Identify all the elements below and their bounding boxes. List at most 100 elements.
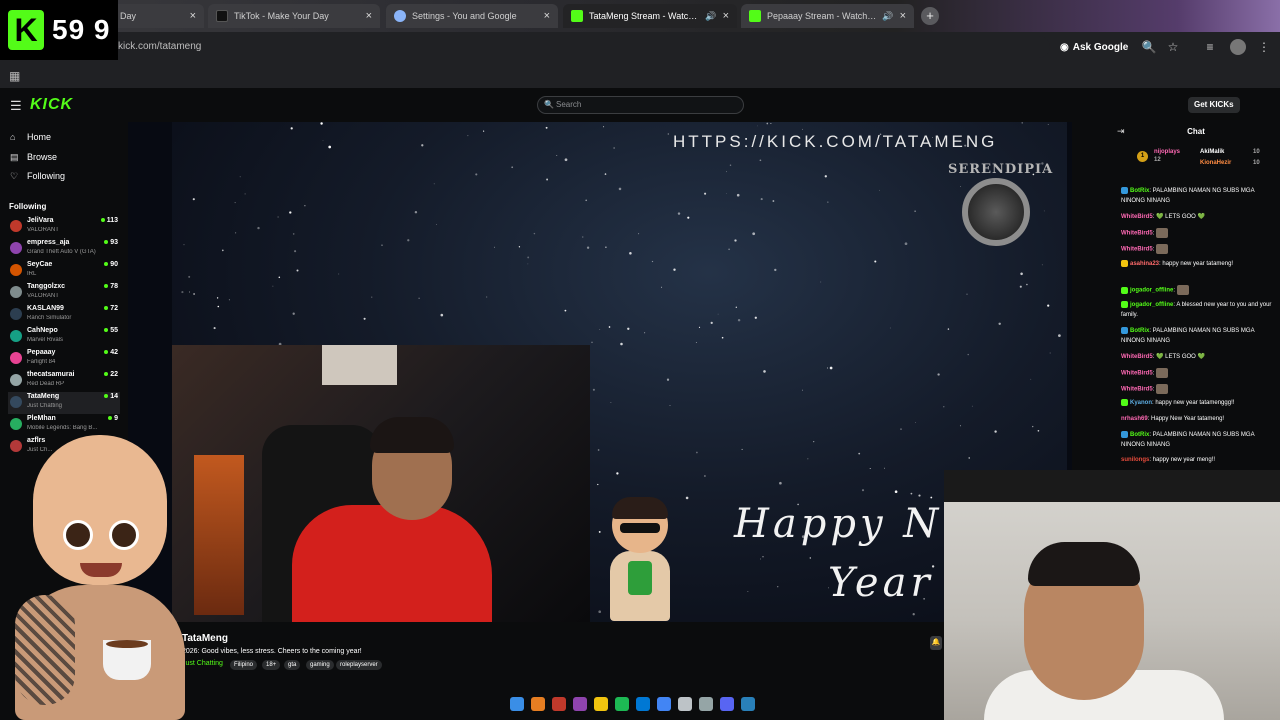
kick-logo[interactable]: KICK: [30, 96, 73, 114]
leaderboard-user[interactable]: nijoplays: [1154, 149, 1180, 155]
close-icon[interactable]: ×: [366, 10, 372, 22]
sidebar-channel-cahnepo[interactable]: CahNepo Marvel Rivals 55: [8, 326, 120, 348]
star: [610, 401, 612, 403]
star: [752, 232, 756, 236]
star: [328, 145, 332, 149]
browser-tab[interactable]: Pepaaay Stream - Watch Live 🔊 ×: [741, 4, 914, 28]
chrome-icon[interactable]: [657, 697, 671, 711]
emote-icon: [1156, 368, 1169, 378]
discord-icon[interactable]: [720, 697, 734, 711]
chat-username[interactable]: nrhash69: [1121, 416, 1148, 422]
hamburger-menu-icon[interactable]: ☰: [10, 98, 22, 114]
facecam-frame: [944, 470, 1280, 502]
zoom-icon[interactable]: 🔍: [1141, 39, 1157, 55]
sidebar-channel-tatameng[interactable]: TataMeng Just Chatting 14: [8, 392, 120, 414]
happy-new-year-text-2: Year: [828, 560, 934, 606]
windows-icon[interactable]: [510, 697, 524, 711]
close-icon[interactable]: ×: [723, 10, 729, 22]
viewer-count: 22: [104, 371, 118, 378]
chat-username[interactable]: BotRix: [1130, 328, 1149, 334]
tag[interactable]: gaming: [306, 660, 334, 670]
sidebar-channel-empress_aja[interactable]: empress_aja Grand Theft Auto V (GTA) 93: [8, 238, 120, 260]
chat-username[interactable]: Kyanon: [1130, 400, 1152, 406]
media-icon[interactable]: ≡: [1202, 39, 1218, 55]
ask-google-button[interactable]: ◉ Ask Google: [1060, 38, 1128, 56]
channel-name: CahNepo: [27, 327, 58, 334]
browser-tab-active[interactable]: TataMeng Stream - Watch Li... 🔊 ×: [563, 4, 737, 28]
settings-icon[interactable]: [699, 697, 713, 711]
sidebar-channel-plemhan[interactable]: PleMhan Mobile Legends: Bang B... 9: [8, 414, 120, 436]
chat-message: WhiteBird5:: [1121, 368, 1275, 379]
nav-following[interactable]: ♡ Following: [10, 169, 65, 183]
tag[interactable]: gta: [284, 660, 301, 670]
chat-username[interactable]: WhiteBird5: [1121, 247, 1153, 253]
tag[interactable]: Filipino: [230, 660, 258, 670]
tag[interactable]: roleplayserver: [336, 660, 382, 670]
chat-text: : 💚 LETS GOO 💚: [1152, 354, 1205, 360]
photo-icon[interactable]: [741, 697, 755, 711]
chat-username[interactable]: jogador_offline: [1130, 302, 1173, 308]
red-app-icon[interactable]: [552, 697, 566, 711]
new-tab-button[interactable]: +: [921, 7, 939, 25]
star: [320, 122, 323, 125]
sidebar-channel-seycae[interactable]: SeyCae IRL 90: [8, 260, 120, 282]
leaderboard-user[interactable]: AkiMalik: [1200, 149, 1224, 155]
edge-icon[interactable]: [636, 697, 650, 711]
gift-leaderboard: 1 nijoplays 12 AkiMalik 10 KionaHezir 10: [1137, 148, 1277, 172]
browser-tab[interactable]: Day ×: [112, 4, 204, 28]
sidebar-channel-pepaaay[interactable]: Pepaaay Farlight 84 42: [8, 348, 120, 370]
close-icon[interactable]: ×: [900, 10, 906, 22]
avatar-tattoo: [15, 595, 75, 705]
nav-home[interactable]: ⌂ Home: [10, 130, 51, 144]
star: [277, 216, 279, 218]
star: [820, 281, 822, 283]
orange-app-icon[interactable]: [531, 697, 545, 711]
sidebar-channel-tanggolzxc[interactable]: Tanggolzxc VALORANT 78: [8, 282, 120, 304]
star: [1047, 124, 1049, 126]
nav-label: Following: [27, 171, 66, 181]
browser-tab[interactable]: Settings - You and Google ×: [386, 4, 558, 28]
folder-icon[interactable]: [594, 697, 608, 711]
tag[interactable]: 18+: [262, 660, 281, 670]
star-icon[interactable]: ☆: [1165, 39, 1181, 55]
star: [272, 285, 274, 287]
person-hair: [1028, 542, 1140, 586]
sidebar-channel-thecatsamurai[interactable]: thecatsamurai Red Dead RP 22: [8, 370, 120, 392]
close-icon[interactable]: ×: [190, 10, 196, 22]
star: [879, 189, 880, 191]
chat-username[interactable]: asahina23: [1130, 261, 1159, 267]
apps-grid-icon[interactable]: ▦: [9, 69, 20, 83]
chat-username[interactable]: jogador_offline: [1130, 288, 1173, 294]
mascot-sticker: [600, 497, 680, 622]
chat-text: :: [1152, 230, 1155, 237]
chat-username[interactable]: WhiteBird5: [1121, 371, 1153, 377]
star: [735, 306, 737, 308]
browser-tab[interactable]: TikTok - Make Your Day ×: [208, 4, 380, 28]
speaker-icon[interactable]: 🔊: [882, 11, 893, 22]
purple-app-icon[interactable]: [573, 697, 587, 711]
chat-username[interactable]: WhiteBird5: [1121, 214, 1153, 220]
chat-username[interactable]: BotRix: [1130, 188, 1149, 194]
chat-username[interactable]: BotRix: [1130, 432, 1149, 438]
search-input[interactable]: 🔍 Search: [537, 96, 744, 114]
chat-username[interactable]: sunilongs: [1121, 457, 1149, 463]
speaker-icon[interactable]: 🔊: [705, 11, 716, 22]
close-icon[interactable]: ×: [544, 10, 550, 22]
chat-username[interactable]: WhiteBird5: [1121, 231, 1153, 237]
chat-username[interactable]: WhiteBird5: [1121, 387, 1153, 393]
more-menu-icon[interactable]: ⋮: [1256, 39, 1272, 55]
leaderboard-user[interactable]: KionaHezir: [1200, 160, 1231, 166]
following-title: Following: [9, 202, 47, 211]
sidebar-channel-jelivara[interactable]: JeliVara VALORANT 113: [8, 216, 120, 238]
sidebar-channel-kaslan99[interactable]: KASLAN99 Ranch Simulator 72: [8, 304, 120, 326]
get-kicks-button[interactable]: Get KICKs: [1188, 97, 1240, 113]
video-player[interactable]: HTTPS://KICK.COM/TATAMENG SERENDIPIA Hap…: [128, 122, 1072, 622]
address-bar[interactable]: kick.com/tatameng: [110, 36, 1050, 58]
profile-avatar[interactable]: [1230, 39, 1246, 55]
bell-icon[interactable]: 🔔: [930, 636, 942, 650]
nav-browse[interactable]: ▤ Browse: [10, 150, 57, 164]
chat-username[interactable]: WhiteBird5: [1121, 354, 1153, 360]
spotify-icon[interactable]: [615, 697, 629, 711]
star: [627, 327, 630, 330]
notepad-icon[interactable]: [678, 697, 692, 711]
